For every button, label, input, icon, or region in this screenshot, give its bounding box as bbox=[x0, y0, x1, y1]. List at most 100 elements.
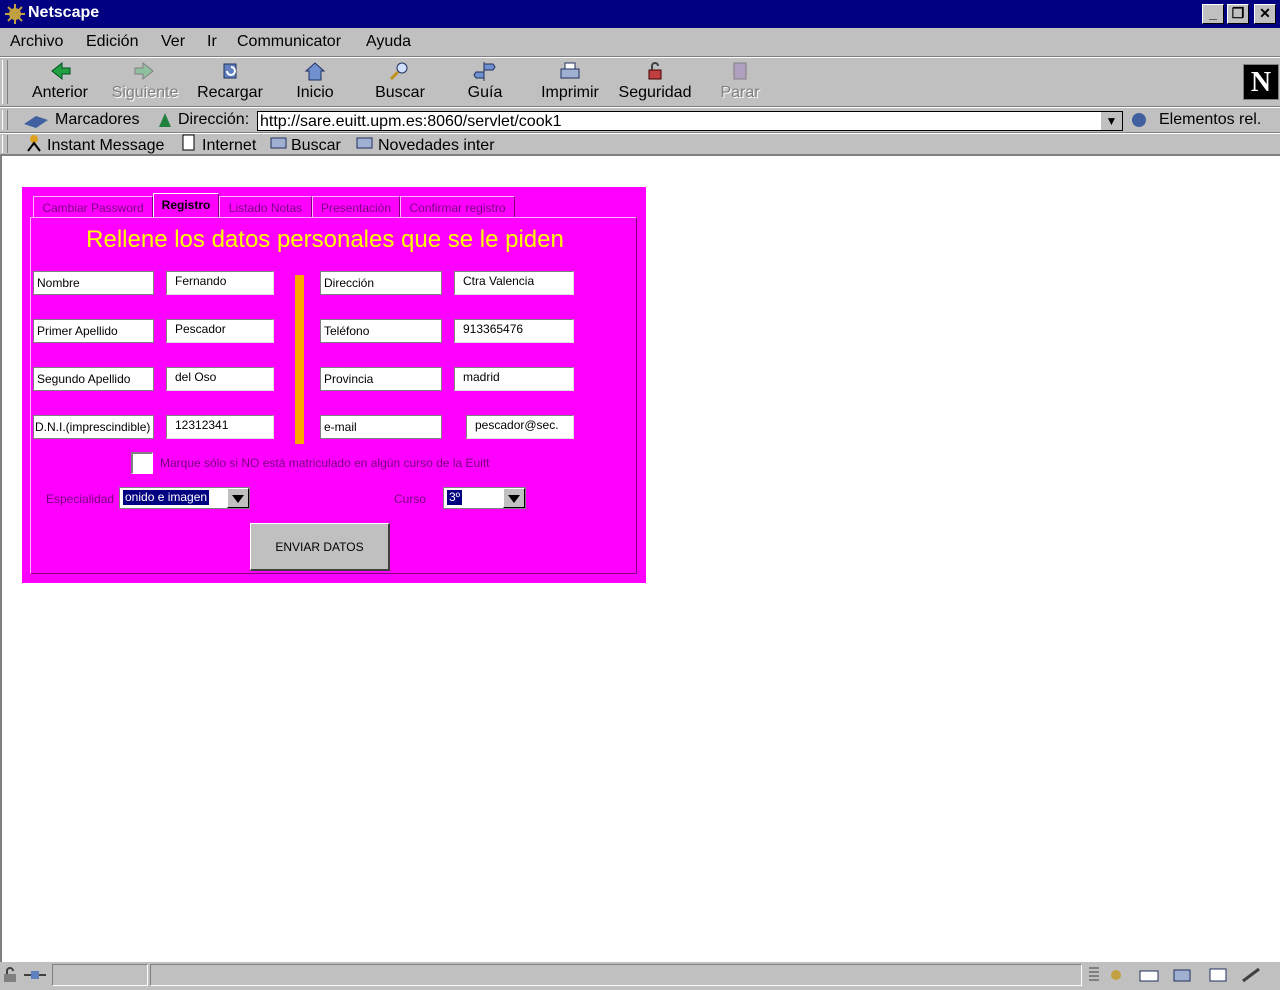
segundo-apellido-label: Segundo Apellido bbox=[33, 367, 154, 391]
primer-apellido-field[interactable]: Pescador bbox=[166, 319, 274, 343]
email-field[interactable]: pescador@sec. bbox=[466, 415, 574, 439]
chevron-down-icon[interactable] bbox=[503, 488, 525, 508]
stop-label: Parar bbox=[720, 84, 760, 101]
menu-edicion[interactable]: Edición bbox=[86, 33, 138, 51]
nombre-label: Nombre bbox=[33, 271, 154, 295]
news-link[interactable]: Novedades inter bbox=[378, 137, 495, 155]
guide-button[interactable]: Guía bbox=[445, 60, 525, 102]
form-heading: Rellene los datos personales que se le p… bbox=[86, 226, 564, 253]
instant-message-icon bbox=[27, 135, 41, 152]
menu-bar bbox=[0, 28, 1280, 56]
telefono-field[interactable]: 913365476 bbox=[454, 319, 574, 343]
search-label: Buscar bbox=[375, 84, 425, 101]
direccion-field[interactable]: Ctra Valencia bbox=[454, 271, 574, 295]
search-button[interactable]: Buscar bbox=[360, 60, 440, 102]
print-button[interactable]: Imprimir bbox=[530, 60, 610, 102]
provincia-label: Provincia bbox=[320, 367, 442, 391]
print-label: Imprimir bbox=[541, 84, 599, 101]
bookmarks-button[interactable]: Marcadores bbox=[55, 111, 139, 129]
status-text bbox=[150, 964, 1082, 986]
minimize-button[interactable]: _ bbox=[1202, 4, 1224, 24]
guide-icon bbox=[473, 62, 496, 81]
home-label: Inicio bbox=[296, 84, 334, 101]
home-icon bbox=[304, 62, 326, 81]
provincia-field[interactable]: madrid bbox=[454, 367, 574, 391]
netscape-n-logo[interactable]: N bbox=[1243, 64, 1279, 100]
netscape-logo-icon bbox=[5, 4, 25, 24]
progress-bar bbox=[52, 964, 148, 986]
address-book-icon[interactable] bbox=[1207, 966, 1229, 984]
close-button[interactable]: ✕ bbox=[1254, 4, 1276, 24]
separator bbox=[0, 56, 1280, 58]
security-button[interactable]: Seguridad bbox=[615, 60, 695, 102]
lock-icon bbox=[648, 62, 662, 80]
related-items-button[interactable]: Elementos rel. bbox=[1159, 111, 1261, 129]
stop-icon bbox=[733, 62, 747, 80]
instant-message-link[interactable]: Instant Message bbox=[47, 137, 164, 155]
folder-icon bbox=[270, 137, 287, 149]
menu-communicator[interactable]: Communicator bbox=[237, 33, 341, 51]
search-icon bbox=[389, 62, 408, 81]
curso-value: 3º bbox=[447, 490, 463, 505]
especialidad-select[interactable]: onido e imagen bbox=[119, 487, 250, 509]
navigator-icon[interactable] bbox=[1105, 966, 1127, 984]
address-label: Dirección: bbox=[178, 111, 250, 128]
direccion-label: Dirección bbox=[320, 271, 442, 295]
location-grip[interactable] bbox=[2, 110, 8, 130]
menu-ayuda[interactable]: Ayuda bbox=[366, 33, 411, 51]
menu-archivo[interactable]: Archivo bbox=[10, 33, 63, 51]
segundo-apellido-field[interactable]: del Oso bbox=[166, 367, 274, 391]
checkbox-label: Marque sólo si NO está matriculado en al… bbox=[160, 456, 490, 470]
not-enrolled-checkbox[interactable] bbox=[131, 452, 153, 474]
toolbar-grip[interactable] bbox=[2, 60, 8, 104]
security-label: Seguridad bbox=[618, 84, 692, 101]
guide-label: Guía bbox=[467, 84, 503, 101]
especialidad-value: onido e imagen bbox=[123, 490, 210, 505]
window-title: Netscape bbox=[28, 4, 100, 21]
menu-ir[interactable]: Ir bbox=[207, 33, 217, 51]
menu-ver[interactable]: Ver bbox=[161, 33, 185, 51]
connection-icon[interactable] bbox=[22, 966, 48, 984]
reload-button[interactable]: Recargar bbox=[190, 60, 270, 102]
reload-label: Recargar bbox=[197, 84, 263, 101]
forward-arrow-icon bbox=[134, 61, 154, 81]
printer-icon bbox=[560, 62, 580, 79]
composer-icon[interactable] bbox=[1240, 966, 1264, 984]
reload-icon bbox=[223, 63, 237, 79]
tab-confirmar-registro[interactable]: Confirmar registro bbox=[400, 196, 515, 218]
url-input[interactable]: http://sare.euitt.upm.es:8060/servlet/co… bbox=[257, 111, 1123, 131]
chevron-down-icon[interactable]: ▼ bbox=[1100, 112, 1122, 130]
tab-listado-notas[interactable]: Listado Notas bbox=[219, 196, 312, 218]
home-button[interactable]: Inicio bbox=[275, 60, 355, 102]
bookmark-icon bbox=[24, 116, 48, 128]
tab-presentacion[interactable]: Presentación bbox=[312, 196, 400, 218]
grip-icon bbox=[1089, 967, 1099, 981]
back-button[interactable]: Anterior bbox=[20, 60, 100, 102]
nombre-field[interactable]: Fernando bbox=[166, 271, 274, 295]
back-label: Anterior bbox=[31, 84, 89, 101]
stop-button[interactable]: Parar bbox=[700, 60, 780, 102]
mail-icon[interactable] bbox=[1137, 966, 1161, 984]
telefono-label: Teléfono bbox=[320, 319, 442, 343]
newsgroup-icon[interactable] bbox=[1171, 966, 1195, 984]
internet-link[interactable]: Internet bbox=[202, 137, 256, 155]
tab-registro[interactable]: Registro bbox=[153, 193, 219, 218]
security-lock-icon[interactable] bbox=[2, 966, 18, 984]
curso-select[interactable]: 3º bbox=[443, 487, 526, 509]
especialidad-label: Especialidad bbox=[46, 492, 115, 506]
chevron-down-icon[interactable] bbox=[227, 488, 249, 508]
forward-button[interactable]: Siguiente bbox=[105, 60, 185, 102]
restore-button[interactable]: ❐ bbox=[1227, 4, 1249, 24]
email-label: e-mail bbox=[320, 415, 442, 439]
title-bar: Netscape _ ❐ ✕ bbox=[0, 0, 1280, 28]
search-link[interactable]: Buscar bbox=[291, 137, 341, 155]
dni-field[interactable]: 12312341 bbox=[166, 415, 274, 439]
forward-label: Siguiente bbox=[111, 84, 179, 101]
folder-icon bbox=[356, 137, 373, 149]
separator bbox=[0, 106, 1280, 108]
back-arrow-icon bbox=[51, 61, 71, 81]
related-links-icon bbox=[1132, 113, 1146, 127]
send-data-button[interactable]: ENVIAR DATOS bbox=[250, 523, 390, 571]
tab-cambiar-password[interactable]: Cambiar Password bbox=[33, 196, 153, 218]
personal-toolbar-grip[interactable] bbox=[2, 135, 8, 153]
